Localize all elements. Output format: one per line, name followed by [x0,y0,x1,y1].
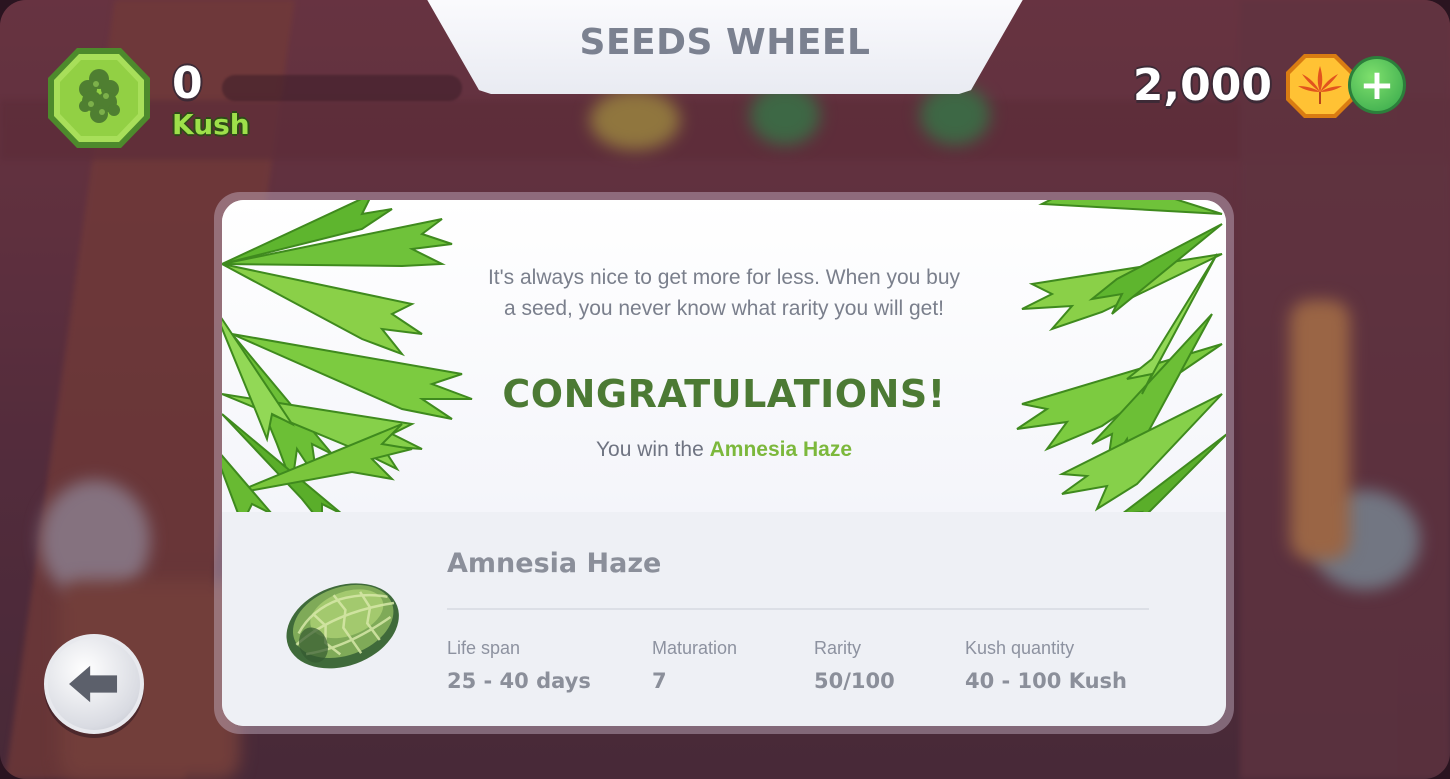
back-button[interactable] [44,634,144,734]
stat-value: 25 - 40 days [447,669,591,693]
back-arrow-icon [69,665,118,703]
card-header: It's always nice to get more for less. W… [222,200,1226,512]
leaf-decoration-left [222,200,473,512]
game-scene: SEEDS WHEEL 0 Kush 2,000 + It's always n… [0,0,1450,779]
stat-label: Life span [447,638,521,658]
stat-label: Rarity [814,638,862,658]
congratulations-heading: CONGRATULATIONS! [502,372,946,416]
add-coins-button[interactable]: + [1348,56,1406,114]
stat-value: 40 - 100 Kush [965,669,1128,693]
stat-life-span: Life span 25 - 40 days [447,638,591,693]
seed-icon [278,570,406,678]
win-seed-name: Amnesia Haze [709,438,853,461]
title-tab: SEEDS WHEEL [425,0,1025,94]
stat-value: 7 [652,669,667,693]
description-line: It's always nice to get more for less. W… [487,266,961,289]
seed-details: Amnesia Haze Life span 25 - 40 days Matu… [222,512,1226,726]
plus-icon: + [1359,60,1395,109]
divider [447,608,1149,610]
stat-maturation: Maturation 7 [652,638,737,693]
stat-kush-quantity: Kush quantity 40 - 100 Kush [965,638,1127,693]
win-prefix: You win the [595,438,704,461]
reward-card: It's always nice to get more for less. W… [222,200,1226,726]
stat-label: Maturation [652,638,738,658]
stat-value: 50/100 [814,669,895,693]
win-message: You win the Amnesia Haze [222,438,1226,462]
kush-count: 0 [172,58,203,109]
kush-bud-icon [44,44,154,152]
stat-rarity: Rarity 50/100 [814,638,895,693]
kush-label: Kush [172,108,250,141]
xp-bar [222,75,462,101]
stat-label: Kush quantity [965,638,1075,658]
coin-balance: 2,000 [1132,60,1272,111]
description-line: a seed, you never know what rarity you w… [503,297,945,320]
coin-leaf-icon [1284,52,1356,120]
leaf-decoration-right [1016,200,1226,512]
description: It's always nice to get more for less. W… [222,262,1226,324]
seed-name: Amnesia Haze [447,548,662,579]
page-title: SEEDS WHEEL [579,22,871,63]
